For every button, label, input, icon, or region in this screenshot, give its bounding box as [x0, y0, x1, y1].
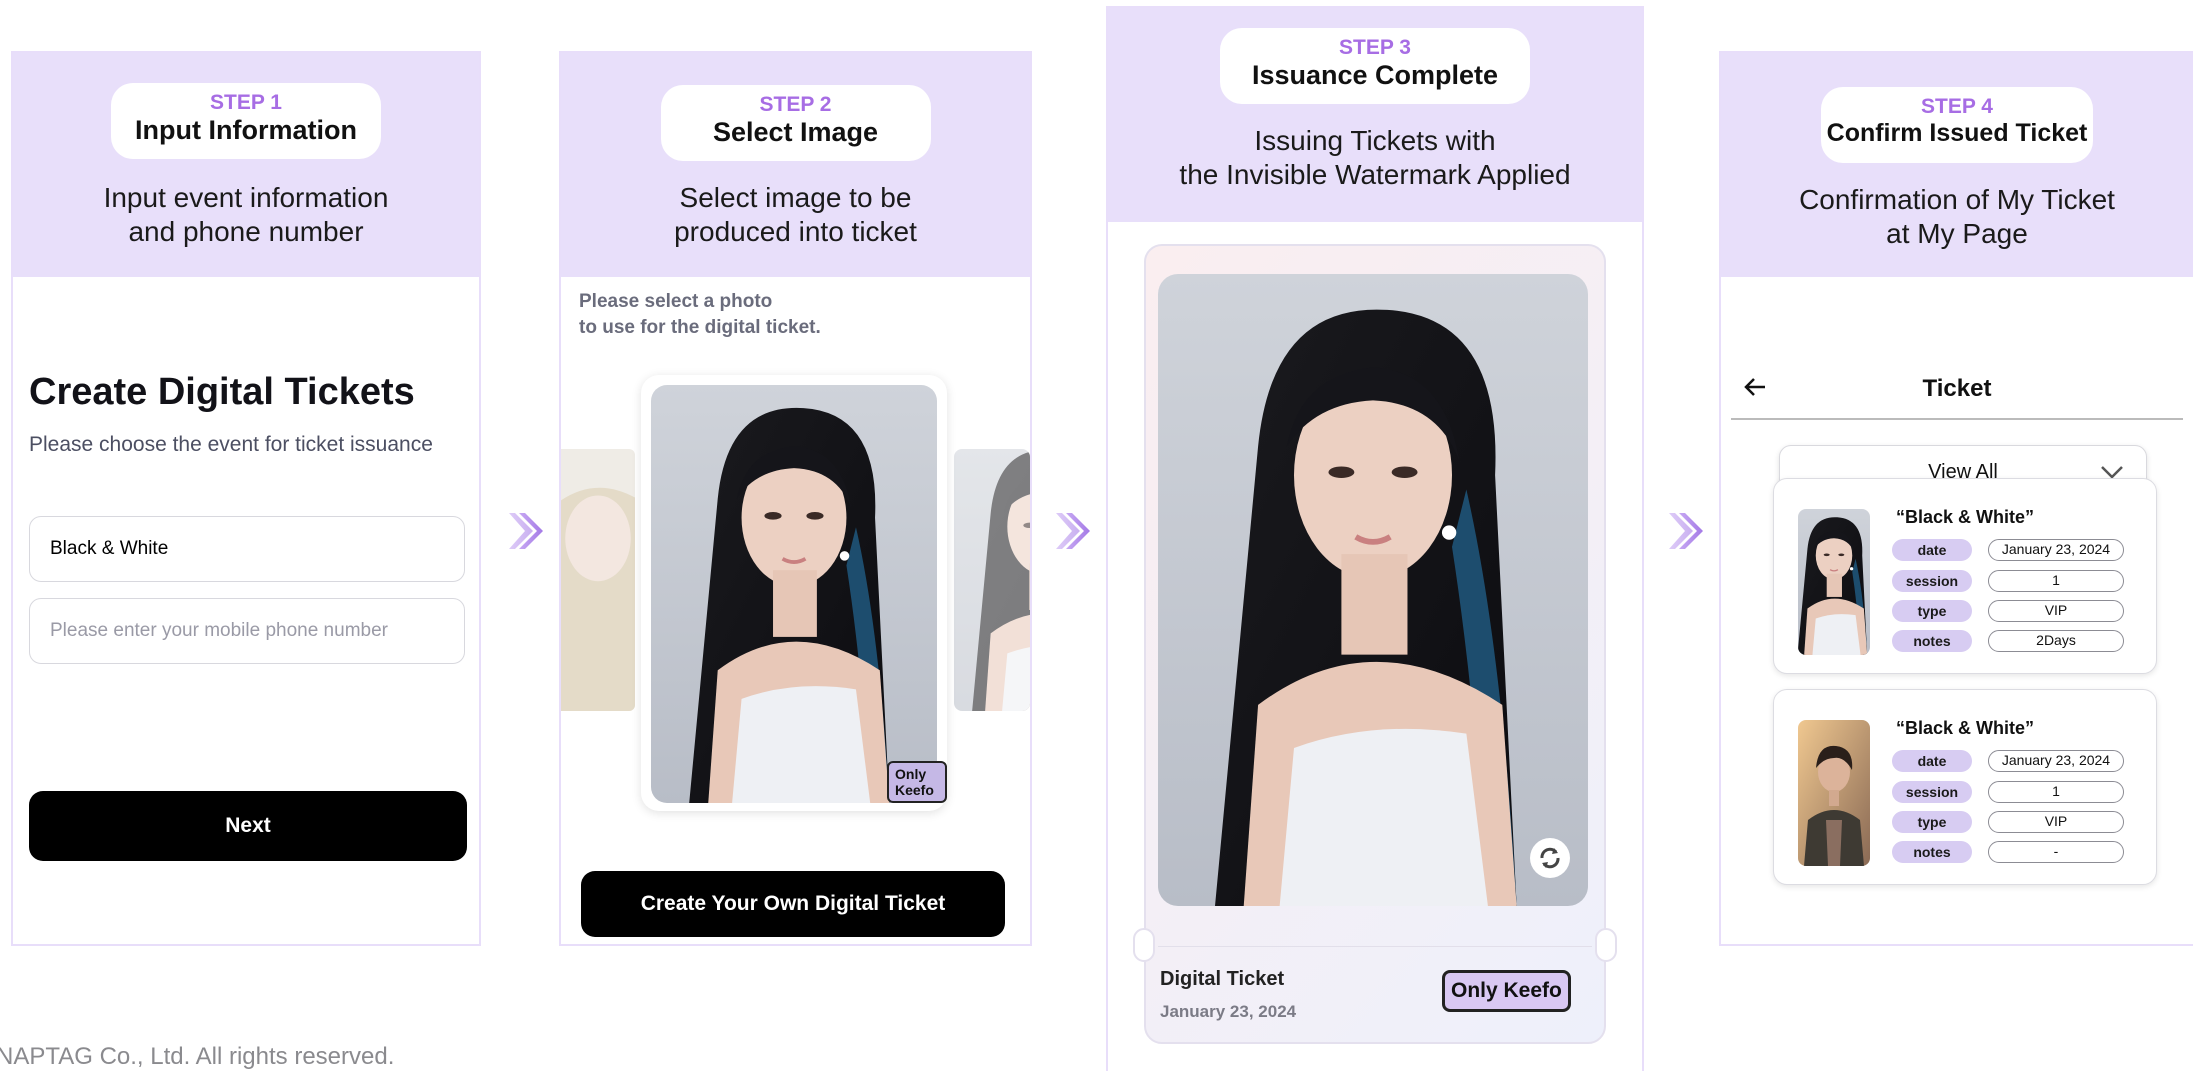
ticket-card[interactable]: “Black & White” date January 23, 2024 se…	[1773, 689, 2157, 885]
row-value: VIP	[1988, 600, 2124, 622]
row-label: notes	[1892, 630, 1972, 652]
ticket-notch-left	[1133, 928, 1155, 962]
row-value: -	[1988, 841, 2124, 863]
step4-label: STEP 4	[1921, 95, 1993, 118]
watermark-badge: Only Keefo	[887, 761, 947, 803]
event-field[interactable]	[29, 516, 465, 582]
step3-title: Issuance Complete	[1251, 60, 1499, 90]
selected-photo	[651, 385, 937, 803]
header-divider	[1731, 418, 2183, 420]
ticket-notch-right	[1595, 928, 1617, 962]
ticket-card-photo	[1798, 509, 1870, 655]
row-label: type	[1892, 811, 1972, 833]
ticket-name: Digital Ticket	[1160, 968, 1285, 990]
ticket-card-name: “Black & White”	[1896, 507, 2035, 527]
step1-label: STEP 1	[210, 91, 282, 114]
row-value: VIP	[1988, 811, 2124, 833]
ticket-divider	[1158, 946, 1592, 947]
step4-header: STEP 4 Confirm Issued Ticket Confirmatio…	[1721, 53, 2193, 277]
row-value: 1	[1988, 570, 2124, 592]
row-label: notes	[1892, 841, 1972, 863]
refresh-icon[interactable]	[1530, 838, 1570, 878]
step4-title: Confirm Issued Ticket	[1826, 119, 2088, 147]
row-value: 2Days	[1988, 630, 2124, 652]
create-ticket-button[interactable]: Create Your Own Digital Ticket	[581, 871, 1005, 937]
step1-title: Input Information	[135, 115, 357, 145]
next-button[interactable]: Next	[29, 791, 467, 861]
chevron-right-icon	[509, 513, 543, 549]
step3-header: STEP 3 Issuance Complete Issuing Tickets…	[1108, 8, 1642, 222]
step3-description: Issuing Tickets with the Invisible Water…	[1179, 125, 1571, 190]
digital-ticket: Digital Ticket January 23, 2024 Only Kee…	[1133, 244, 1617, 1044]
step3-label: STEP 3	[1339, 36, 1411, 59]
step3-pill: STEP 3 Issuance Complete	[1220, 28, 1530, 104]
step2-label: STEP 2	[759, 93, 832, 116]
step3-panel: STEP 3 Issuance Complete Issuing Tickets…	[1106, 6, 1644, 1071]
step1-panel: STEP 1 Input Information Input event inf…	[11, 51, 481, 946]
step4-description: Confirmation of My Ticket at My Page	[1799, 184, 2115, 249]
step2-panel: STEP 2 Select Image Select image to be p…	[559, 51, 1032, 946]
photo-hint: Please select a photo to use for the dig…	[579, 291, 821, 338]
row-label: session	[1892, 570, 1972, 592]
step2-description: Select image to be produced into ticket	[674, 182, 917, 247]
phone-field[interactable]	[29, 598, 465, 664]
ticket-date: January 23, 2024	[1160, 1002, 1297, 1021]
step1-header: STEP 1 Input Information Input event inf…	[13, 53, 479, 277]
row-value: January 23, 2024	[1988, 539, 2124, 561]
photo-option-right[interactable]	[954, 449, 1030, 711]
photo-option-selected[interactable]: Only Keefo	[641, 375, 947, 811]
row-label: date	[1892, 539, 1972, 561]
row-label: date	[1892, 750, 1972, 772]
step2-title: Select Image	[712, 117, 879, 147]
step1-pill: STEP 1 Input Information	[111, 83, 381, 159]
step2-header: STEP 2 Select Image Select image to be p…	[561, 53, 1030, 277]
step4-pill: STEP 4 Confirm Issued Ticket	[1821, 87, 2093, 163]
step2-pill: STEP 2 Select Image	[660, 85, 931, 161]
chevron-right-icon	[1056, 513, 1090, 549]
ticket-card-name: “Black & White”	[1896, 718, 2035, 738]
page-subtitle: Please choose the event for ticket issua…	[29, 433, 433, 456]
copyright-footer: NAPTAG Co., Ltd. All rights reserved.	[0, 1043, 395, 1070]
watermark-badge: Only Keefo	[1442, 970, 1571, 1012]
row-label: type	[1892, 600, 1972, 622]
ticket-photo	[1158, 274, 1588, 906]
row-label: session	[1892, 781, 1972, 803]
ticket-card[interactable]: “Black & White” date January 23, 2024 se…	[1773, 478, 2157, 674]
row-value: 1	[1988, 781, 2124, 803]
step4-panel: STEP 4 Confirm Issued Ticket Confirmatio…	[1719, 51, 2193, 946]
photo-option-left[interactable]	[561, 449, 635, 711]
row-value: January 23, 2024	[1988, 750, 2124, 772]
page-title: Create Digital Tickets	[29, 371, 415, 413]
ticket-page-title: Ticket	[1922, 375, 1992, 402]
step1-description: Input event information and phone number	[103, 182, 389, 247]
ticket-card-photo	[1798, 720, 1870, 866]
chevron-right-icon	[1669, 513, 1703, 549]
